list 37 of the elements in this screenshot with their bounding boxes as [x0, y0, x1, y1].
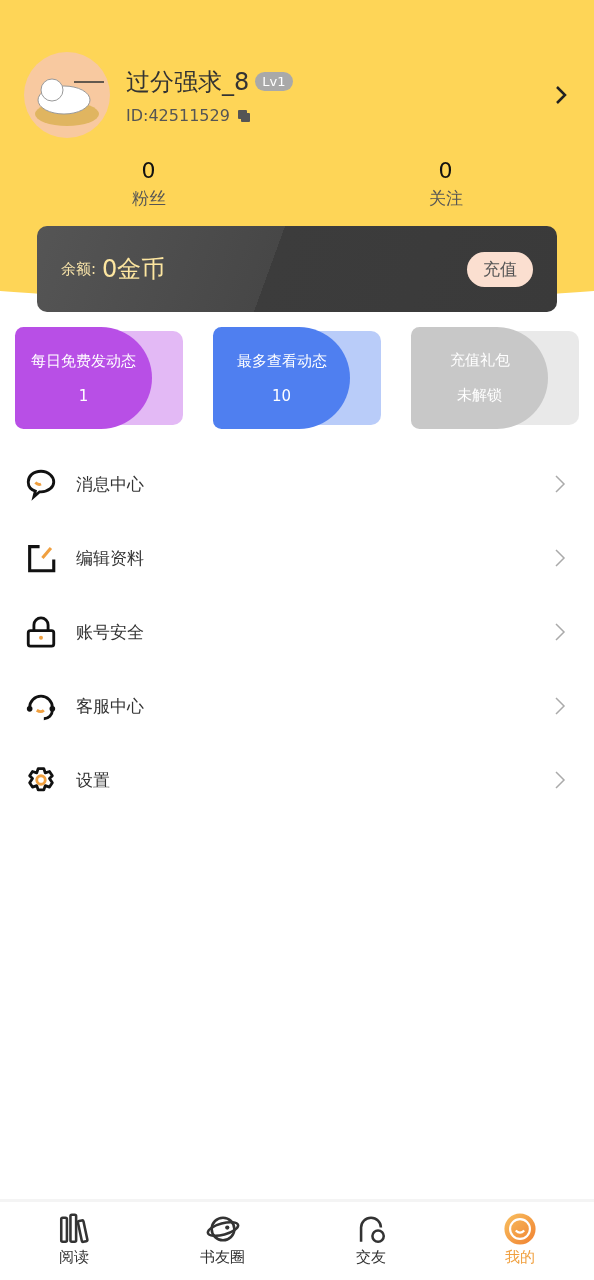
menu-label: 消息中心 [76, 472, 145, 496]
menu-label: 客服中心 [76, 694, 145, 718]
chat-bubble-icon [24, 467, 58, 501]
books-icon [57, 1212, 92, 1246]
stat-count: 0 [141, 158, 156, 183]
lock-icon [24, 615, 58, 649]
tab-item[interactable]: 阅读 [0, 1202, 149, 1280]
chevron-right-icon [554, 474, 566, 494]
menu-item[interactable]: 客服中心 [0, 669, 594, 743]
balance-label: 余额: [61, 259, 97, 279]
smiley-icon [502, 1212, 537, 1246]
card-title: 每日免费发动态 [31, 351, 136, 371]
menu-item[interactable]: 设置 [0, 743, 594, 817]
card-value: 10 [271, 386, 292, 405]
chevron-right-icon [554, 622, 566, 642]
tab-item[interactable]: 书友圈 [148, 1202, 297, 1280]
menu-label: 编辑资料 [76, 546, 145, 570]
recharge-button[interactable]: 充值 [467, 251, 533, 287]
menu-label: 设置 [76, 768, 111, 792]
level-badge: Lv1 [255, 72, 293, 91]
tab-item[interactable]: 交友 [297, 1202, 446, 1280]
stat-label: 粉丝 [131, 187, 166, 210]
menu-item[interactable]: 编辑资料 [0, 521, 594, 595]
menu-item[interactable]: 账号安全 [0, 595, 594, 669]
menu-label: 账号安全 [76, 620, 145, 644]
card-value: 1 [78, 386, 89, 405]
copy-icon[interactable] [235, 107, 251, 123]
chevron-right-icon [554, 548, 566, 568]
user-id: ID:42511529 [126, 105, 230, 125]
chevron-right-icon [554, 696, 566, 716]
stat-label: 关注 [428, 187, 463, 210]
menu-item[interactable]: 消息中心 [0, 447, 594, 521]
username: 过分强求_8 [126, 66, 250, 98]
balance-amount: 0金币 [102, 254, 167, 285]
chevron-right-icon [554, 770, 566, 790]
stat-count: 0 [438, 158, 453, 183]
card-title: 最多查看动态 [236, 351, 327, 371]
